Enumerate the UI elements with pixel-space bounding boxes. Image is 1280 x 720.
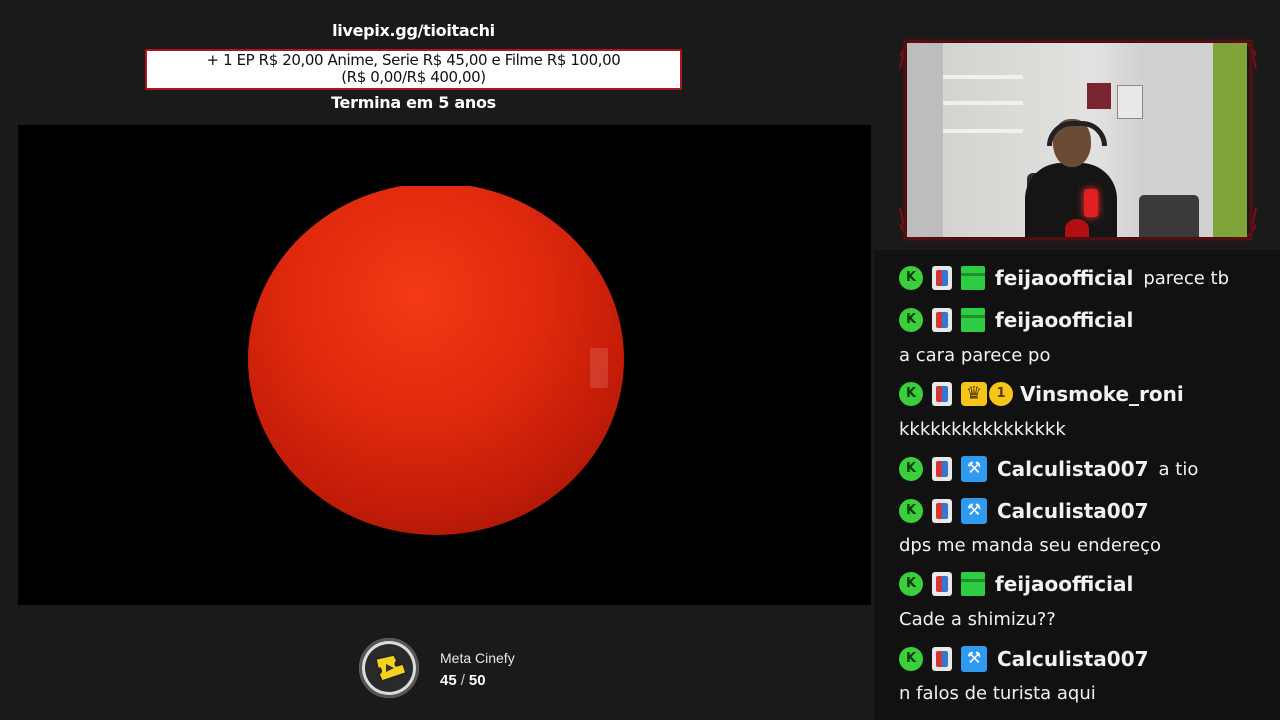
webcam-feed — [907, 43, 1247, 237]
pass-icon — [932, 382, 952, 406]
chat-text: a tio — [1158, 458, 1199, 480]
chat-username[interactable]: Calculista007 — [997, 457, 1149, 481]
moderator-icon — [961, 456, 987, 482]
meta-separator: / — [460, 672, 465, 689]
gift-sub-icon — [961, 266, 985, 290]
chat-message: feijaoofficial — [899, 308, 1133, 332]
video-player[interactable] — [18, 125, 871, 605]
meta-title: Meta Cinefy — [440, 650, 515, 666]
goal-line-2: (R$ 0,00/R$ 400,00) — [341, 68, 486, 86]
wall-poster — [1117, 85, 1143, 119]
goal-box: + 1 EP R$ 20,00 Anime, Serie R$ 45,00 e … — [145, 49, 682, 90]
cinefy-ticket-icon — [365, 644, 413, 692]
kick-icon — [899, 266, 923, 290]
chat-message: feijaoofficial parece tb — [899, 266, 1229, 290]
chat-username[interactable]: feijaoofficial — [995, 266, 1133, 290]
chat-username[interactable]: Vinsmoke_roni — [1020, 382, 1184, 406]
kick-icon — [899, 647, 923, 671]
pass-icon — [932, 266, 952, 290]
meta-count: 45/50 — [440, 672, 486, 689]
chat-text: Cade a shimizu?? — [899, 609, 1056, 630]
kick-icon — [899, 457, 923, 481]
pass-icon — [932, 308, 952, 332]
crown-icon — [961, 382, 987, 406]
goal-ends: Termina em 5 anos — [331, 93, 496, 112]
goal-line-1: + 1 EP R$ 20,00 Anime, Serie R$ 45,00 e … — [206, 51, 621, 69]
kick-icon — [899, 308, 923, 332]
chat-username[interactable]: feijaoofficial — [995, 572, 1133, 596]
kick-icon — [899, 499, 923, 523]
moderator-icon — [961, 498, 987, 524]
pass-icon — [932, 457, 952, 481]
sphere-reflection — [590, 348, 608, 388]
sphere-crop — [248, 125, 624, 186]
chat-message: Calculista007 — [899, 498, 1149, 524]
chat-panel: feijaoofficial parece tb feijaoofficial a… — [874, 250, 1280, 720]
cinefy-badge — [359, 638, 419, 698]
gift-sub-icon — [961, 308, 985, 332]
chat-message: Calculista007 a tio — [899, 456, 1198, 482]
chat-message: Vinsmoke_roni — [899, 382, 1184, 406]
chat-username[interactable]: Calculista007 — [997, 647, 1149, 671]
kick-icon — [899, 382, 923, 406]
pass-icon — [932, 499, 952, 523]
one-icon — [989, 382, 1013, 406]
chat-text: n falos de turista aqui — [899, 683, 1096, 704]
gift-sub-icon — [961, 572, 985, 596]
chat-text: kkkkkkkkkkkkkkkk — [899, 419, 1066, 440]
pass-icon — [932, 572, 952, 596]
chat-text: dps me manda seu endereço — [899, 535, 1161, 556]
chat-text: parece tb — [1143, 267, 1230, 289]
chat-message: feijaoofficial — [899, 572, 1133, 596]
chat-text: a cara parece po — [899, 345, 1051, 366]
pass-icon — [932, 647, 952, 671]
wall-poster — [1087, 83, 1111, 109]
goal-url: livepix.gg/tioitachi — [332, 21, 495, 40]
chat-username[interactable]: Calculista007 — [997, 499, 1149, 523]
chat-message: Calculista007 — [899, 646, 1149, 672]
kick-icon — [899, 572, 923, 596]
meta-target: 50 — [468, 672, 486, 689]
microphone — [1084, 189, 1098, 217]
moderator-icon — [961, 646, 987, 672]
chat-username[interactable]: feijaoofficial — [995, 308, 1133, 332]
meta-current: 45 — [440, 672, 457, 689]
red-sphere — [248, 183, 624, 535]
